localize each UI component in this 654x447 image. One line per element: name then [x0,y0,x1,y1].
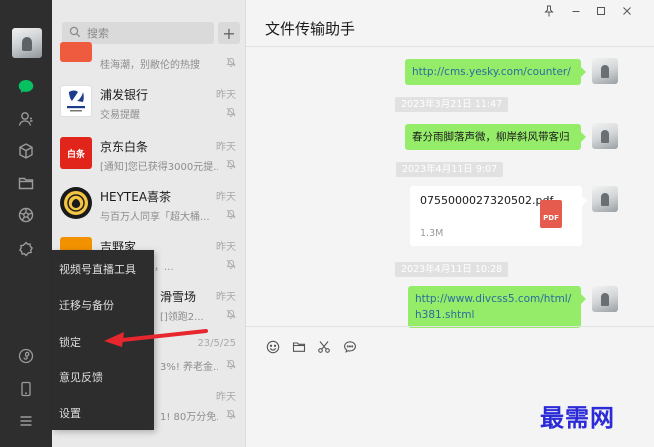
mute-icon [226,259,236,269]
message-text-bubble[interactable]: 春分雨脚落声微，柳岸斜风带客归 [405,124,586,150]
spdb-logo [60,85,92,117]
file-name: 0755000027320502.pdf [420,194,554,207]
message-timestamp: 2023年3月21日 11:47 [395,97,509,112]
search-icon [69,26,83,40]
chat-preview: 桂海潮，别敝伦的热搜 [100,60,200,71]
chat-time: 昨天 [216,142,236,153]
chat-preview: 与百万人同享「超大桶... [100,212,210,223]
contacts-nav-icon[interactable] [0,106,52,132]
message-timestamp: 2023年4月11日 9:07 [396,162,504,177]
composer-divider [246,326,654,327]
chat-pane: 文件传输助手 http://cms.yesky.com/counter/ 202… [246,0,654,447]
file-message-card[interactable]: 0755000027320502.pdf 1.3M PDF [410,186,587,246]
mute-icon [226,409,236,419]
sender-avatar[interactable] [592,286,618,312]
link-line: http://www.divcss5.com/html/ [415,293,572,305]
mute-icon [226,107,236,117]
phone-icon[interactable] [0,376,52,402]
mute-icon [226,209,236,219]
chat-preview: 3%! 养老金... [160,362,218,373]
mute-icon [226,309,236,319]
link-line: h381.shtml [415,309,475,321]
chat-time: 昨天 [216,192,236,203]
folder-icon[interactable] [291,339,307,355]
chat-time: 昨天 [216,242,236,253]
scissors-icon[interactable] [316,339,332,355]
chat-bubble-icon[interactable] [342,339,358,355]
chat-preview: 1! 80万分免... [160,412,218,423]
files-nav-icon[interactable] [0,170,52,196]
chat-time: 昨天 [216,90,236,101]
menu-item-lock[interactable]: 锁定 [59,334,81,350]
watermark: 最需网 [540,403,615,432]
chat-preview: [通知]您已获得3000元提... [100,162,218,173]
minimize-icon[interactable] [569,4,583,18]
mute-icon [226,359,236,369]
annotation-arrow [104,329,208,347]
emoji-icon[interactable] [265,339,281,355]
header-divider [246,46,654,47]
menu-item-settings[interactable]: 设置 [59,405,81,421]
message-link-bubble[interactable]: http://cms.yesky.com/counter/ [405,59,586,85]
chat-time: 昨天 [216,392,236,403]
menu-icon[interactable] [0,408,52,434]
sender-avatar[interactable] [592,58,618,84]
collections-nav-icon[interactable] [0,138,52,164]
sender-avatar[interactable] [592,123,618,149]
sender-avatar[interactable] [592,186,618,212]
menu-item-live-tools[interactable]: 视频号直播工具 [59,261,136,277]
menu-item-feedback[interactable]: 意见反馈 [59,369,103,385]
mute-icon [226,159,236,169]
jd-baitiao-logo: 白条 [60,137,92,169]
chat-name: HEYTEA喜茶 [100,190,172,204]
chat-name: 浦发银行 [100,88,149,102]
pin-icon[interactable] [542,4,556,18]
heytea-logo [60,187,92,219]
chat-logo [60,42,92,62]
chat-time: 昨天 [216,292,236,303]
user-avatar[interactable] [12,28,42,58]
search-placeholder: 搜索 [87,27,109,40]
file-size: 1.3M [420,228,444,239]
chat-preview: []领跑2... [160,312,204,323]
chat-nav-icon[interactable] [0,74,52,100]
mute-icon [226,57,236,67]
chat-preview: 交易提醒 [100,110,140,121]
conversation-title: 文件传输助手 [265,20,356,38]
chat-name: 滑雪场 [160,290,197,304]
chat-name: 京东白条 [100,140,149,154]
message-timestamp: 2023年4月11日 10:28 [395,262,509,277]
close-icon[interactable] [620,4,634,18]
miniprograms-panel-icon[interactable] [0,343,52,369]
pdf-file-icon: PDF [540,200,562,228]
maximize-icon[interactable] [594,4,608,18]
message-link-bubble[interactable]: http://www.divcss5.com/html/ h381.shtml [408,286,586,328]
menu-item-backup[interactable]: 迁移与备份 [59,297,114,313]
nav-rail [0,0,52,447]
mini-program-nav-icon[interactable] [0,236,52,262]
moments-nav-icon[interactable] [0,202,52,228]
